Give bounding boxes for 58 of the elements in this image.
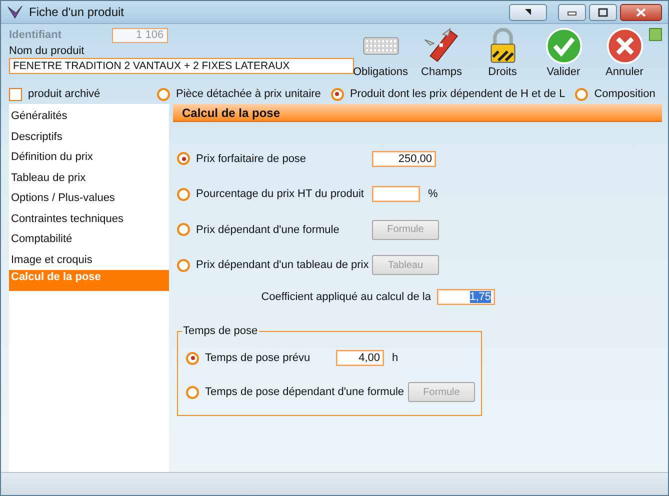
field-label: Nom du produit [9,45,86,57]
radio-button[interactable] [177,258,190,272]
knife-icon [422,27,460,65]
radio-button[interactable] [177,223,190,236]
sidebar-item[interactable]: Tableau de prix [9,168,169,188]
radio-button[interactable] [177,152,190,166]
sidebar-item[interactable]: Descriptifs [9,126,169,147]
identifier-label: Identifiant [9,29,62,41]
checkbox[interactable] [9,88,22,100]
sidebar-item[interactable]: Comptabilité [9,229,169,250]
input-field[interactable]: 4,00 [336,350,384,366]
checkmark-icon [544,27,582,65]
close-button[interactable] [620,4,662,20]
corner-icon [525,9,531,15]
radio-label: Pièce détachée à prix unitaire [176,88,321,100]
radio-label: Prix dépendant d'un tableau de prix [196,259,369,272]
field-label: Coefficient appliqué au calcul de la [261,291,431,303]
close-icon [636,8,646,16]
radio-button[interactable] [186,386,199,398]
cross-icon [606,27,644,65]
radio-label: Composition [594,88,656,100]
input-field[interactable] [372,186,420,202]
toolbar-button[interactable]: Valider [536,27,591,78]
radio-label: Temps de pose prévu [205,352,310,364]
radio-button[interactable] [330,88,344,100]
radio-button[interactable] [177,188,190,201]
sidebar-item[interactable]: Image et croquis [9,250,169,270]
toolbar-button[interactable]: Annuler [597,27,652,78]
radio-label: Prix forfaitaire de pose [196,152,306,165]
radio-button[interactable] [186,352,199,364]
unit-label: % [428,188,438,200]
input-field[interactable]: 1,75 [437,289,495,305]
section-header: Calcul de la pose [173,104,662,122]
window-title: Fiche d'un produit [29,5,126,19]
toolbar-button[interactable]: Obligations [353,27,408,78]
radio-button[interactable] [157,88,170,100]
product-name-field[interactable]: FENETRE TRADITION 2 VANTAUX + 2 FIXES LATERAUX [9,58,354,74]
checkbox-label: produit archivé [28,88,100,100]
sidebar-item[interactable]: Définition du prix [9,147,169,168]
toolbar-button[interactable]: Champs [414,27,469,78]
sidebar-item[interactable]: Options / Plus-values [9,188,169,208]
radio-label: Prix dépendant d'une formule [196,224,340,236]
maximize-icon [598,8,608,16]
radio-label: Pourcentage du prix HT du produit [196,188,364,200]
menu-button[interactable] [509,4,547,20]
status-indicator [649,28,662,41]
sidebar-item[interactable]: Contraintes techniques [9,208,169,229]
input-field[interactable]: 250,00 [372,150,436,167]
radio-label: Produit dont les prix dépendent de H et de L [350,88,566,100]
minimize-button[interactable] [558,4,586,20]
radio-label: Temps de pose dépendant d'une formule [205,386,404,398]
group-title: Temps de pose [182,325,259,337]
sidebar-item[interactable]: Généralités [9,106,169,126]
unit-label: h [392,352,398,364]
app-icon [7,5,23,19]
toolbar-button[interactable]: Droits [475,27,530,78]
maximize-button[interactable] [589,4,617,20]
radio-button[interactable] [575,88,588,100]
